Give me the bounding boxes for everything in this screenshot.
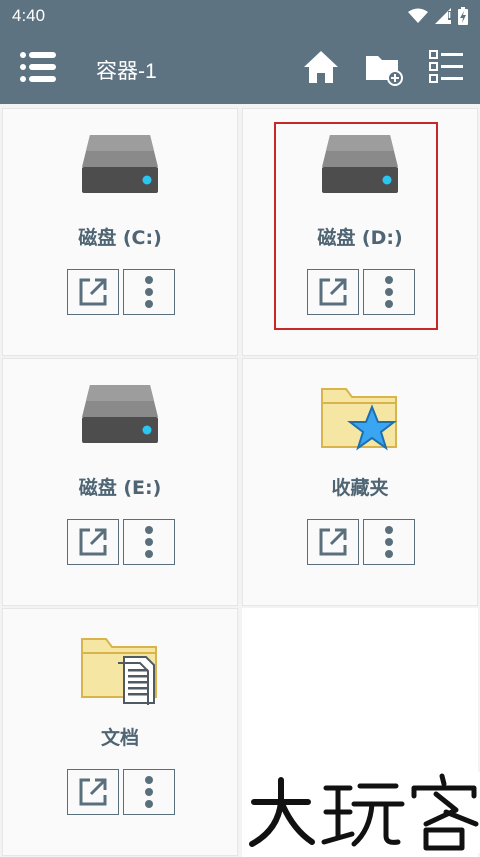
menu-list-icon[interactable] — [20, 51, 56, 83]
checklist-icon[interactable] — [428, 48, 466, 86]
page-title: 容器-1 — [96, 60, 157, 83]
open-button[interactable] — [67, 519, 119, 565]
favorites-label: 收藏夹 — [331, 477, 389, 499]
app-bar: 容器-1 — [0, 32, 480, 104]
drive-c-card[interactable]: 磁盘 (C:) — [2, 108, 238, 356]
home-icon[interactable] — [302, 49, 340, 85]
open-button[interactable] — [67, 769, 119, 815]
wifi-icon — [408, 8, 428, 23]
open-external-icon — [79, 778, 107, 806]
drive-label: 磁盘 (E:) — [78, 477, 162, 499]
status-time: 4:40 — [12, 6, 46, 25]
more-vert-icon — [385, 526, 393, 558]
more-options-button[interactable] — [123, 269, 175, 315]
more-vert-icon — [145, 776, 153, 808]
watermark-logo — [246, 772, 480, 853]
open-button[interactable] — [67, 269, 119, 315]
new-folder-icon[interactable] — [364, 50, 404, 86]
favorites-card[interactable]: 收藏夹 — [242, 358, 478, 606]
drive-icon — [82, 385, 158, 443]
open-external-icon — [79, 278, 107, 306]
favorites-folder-icon — [321, 388, 397, 451]
more-vert-icon — [145, 276, 153, 308]
battery-icon — [458, 7, 468, 25]
selection-highlight — [274, 122, 438, 330]
open-button[interactable] — [307, 519, 359, 565]
drive-icon — [82, 135, 158, 193]
more-options-button[interactable] — [123, 769, 175, 815]
documents-card[interactable]: 文档 — [2, 608, 238, 856]
open-external-icon — [319, 528, 347, 556]
more-vert-icon — [145, 526, 153, 558]
documents-label: 文档 — [100, 727, 139, 749]
status-bar: 4:40 — [0, 0, 480, 32]
signal-icon — [435, 8, 451, 24]
open-external-icon — [79, 528, 107, 556]
more-options-button[interactable] — [363, 519, 415, 565]
more-options-button[interactable] — [123, 519, 175, 565]
drive-e-card[interactable]: 磁盘 (E:) — [2, 358, 238, 606]
documents-folder-icon — [81, 638, 157, 705]
drive-label: 磁盘 (C:) — [78, 227, 162, 249]
